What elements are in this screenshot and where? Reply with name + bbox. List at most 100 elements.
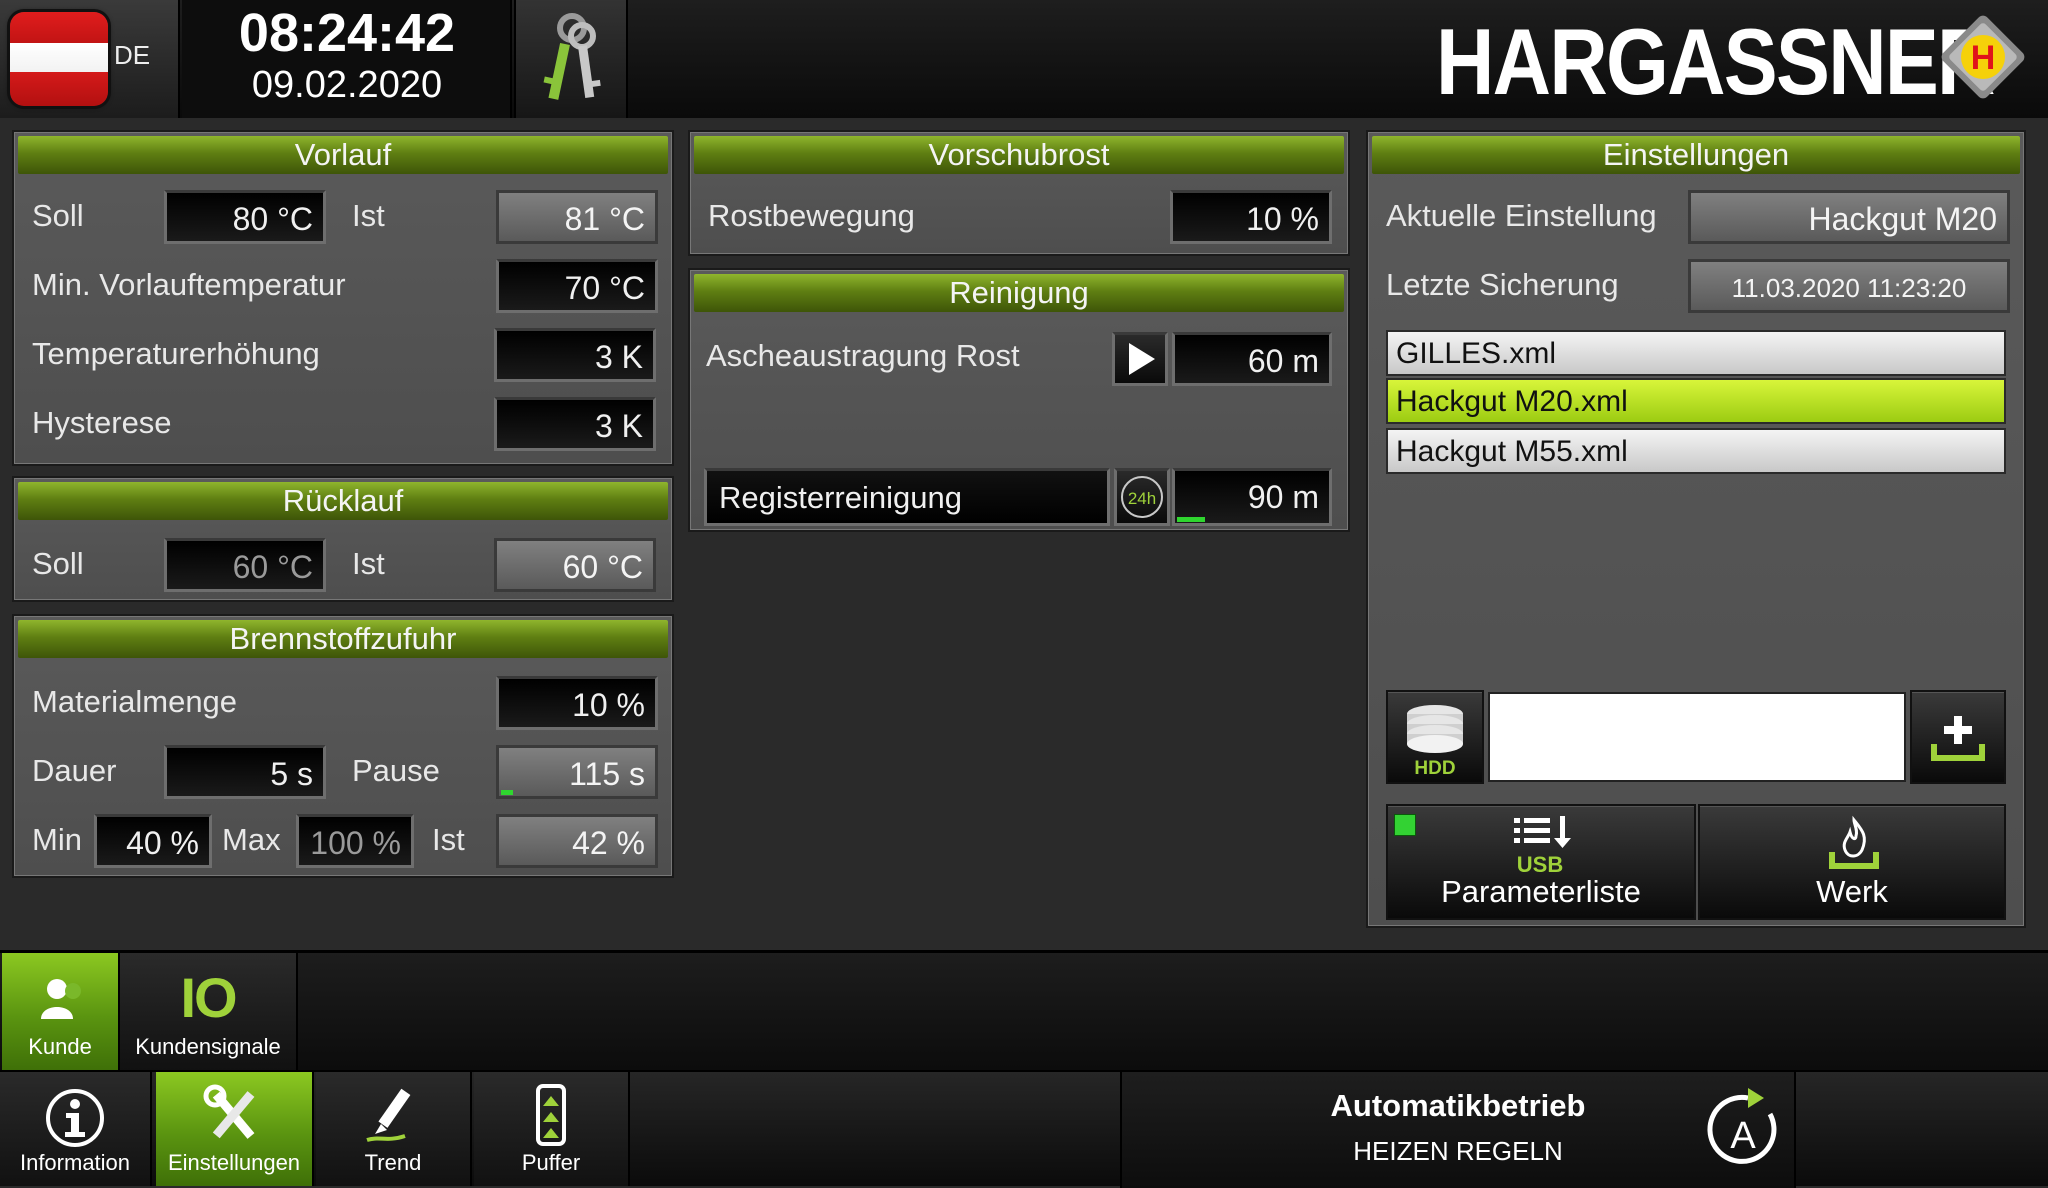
temperaturerhoehung-field[interactable]: 3 K — [494, 328, 656, 382]
rostbewegung-field[interactable]: 10 % — [1170, 190, 1332, 244]
materialmenge-field[interactable]: 10 % — [496, 676, 658, 730]
language-code: DE — [114, 40, 151, 70]
save-settings-button[interactable] — [1910, 690, 2006, 784]
automatic-mode-icon: A — [1707, 1088, 1777, 1164]
pause-label: Pause — [352, 753, 440, 788]
nav-einstellungen[interactable]: Einstellungen — [156, 1072, 314, 1186]
language-selector[interactable]: DE — [0, 0, 180, 118]
ruecklauf-ist-label: Ist — [352, 546, 385, 581]
filename-input[interactable] — [1488, 692, 1906, 782]
min-vorlauf-label: Min. Vorlauftemperatur — [32, 267, 346, 302]
brennstoffzufuhr-panel: Brennstoffzufuhr Materialmenge 10 % Daue… — [12, 614, 674, 878]
main-navigation: Information Einstellungen Trend Puffer A… — [0, 1070, 2048, 1188]
einstellungen-nav-label: Einstellungen — [167, 1150, 301, 1175]
registerreinigung-progress-bar — [1177, 517, 1205, 522]
user-icon — [41, 979, 81, 1019]
nav-puffer[interactable]: Puffer — [474, 1072, 630, 1186]
trend-label: Trend — [364, 1150, 422, 1175]
tools-icon — [203, 1084, 255, 1139]
registerreinigung-field[interactable]: 90 m — [1172, 468, 1332, 526]
usb-status-indicator — [1394, 814, 1416, 836]
vorschubrost-panel: Vorschubrost Rostbewegung 10 % — [688, 130, 1350, 256]
pause-value-text: 115 s — [569, 756, 645, 792]
ascheaustragung-play-button[interactable] — [1112, 332, 1168, 386]
registerreinigung-button[interactable]: Registerreinigung — [704, 468, 1110, 526]
reinigung-title: Reinigung — [694, 274, 1344, 312]
ruecklauf-panel: Rücklauf Soll 60 °C Ist 60 °C — [12, 476, 674, 602]
max-label: Max — [222, 822, 281, 857]
subnav-kundensignale[interactable]: IO Kundensignale — [120, 953, 298, 1070]
file-item-selected[interactable]: Hackgut M20.xml — [1386, 378, 2006, 424]
werk-button[interactable]: Werk — [1698, 804, 2006, 920]
ruecklauf-title: Rücklauf — [18, 482, 668, 520]
nav-information[interactable]: Information — [0, 1072, 152, 1186]
vorlauf-ist-value: 81 °C — [496, 190, 658, 244]
reinigung-panel: Reinigung Ascheaustragung Rost 60 m Regi… — [688, 268, 1350, 532]
aktuelle-einstellung-value: Hackgut M20 — [1688, 190, 2010, 244]
pause-progress-bar — [501, 790, 514, 795]
dauer-field[interactable]: 5 s — [164, 745, 326, 799]
hdd-label: HDD — [1414, 758, 1455, 779]
info-icon — [46, 1089, 104, 1147]
min-label: Min — [32, 822, 82, 857]
file-item[interactable]: GILLES.xml — [1386, 330, 2006, 376]
materialmenge-label: Materialmenge — [32, 684, 238, 719]
brennstoff-ist-value: 42 % — [496, 814, 658, 868]
max-field[interactable]: 100 % — [296, 814, 414, 868]
ascheaustragung-field[interactable]: 60 m — [1172, 332, 1332, 386]
information-label: Information — [19, 1150, 131, 1175]
hdd-icon: HDD — [1407, 705, 1463, 779]
hargassner-logo-icon: H — [1941, 15, 2025, 99]
temperaturerhoehung-label: Temperaturerhöhung — [32, 336, 320, 371]
status-subtitle: HEIZEN REGELN — [1353, 1136, 1563, 1166]
io-icon: IO — [180, 966, 237, 1029]
logo-letter: H — [1971, 39, 1996, 77]
clock[interactable]: 08:24:42 09.02.2020 — [182, 0, 512, 118]
current-time: 08:24:42 — [238, 3, 456, 63]
dauer-label: Dauer — [32, 753, 117, 788]
login-button[interactable] — [514, 0, 628, 118]
status-title: Automatikbetrieb — [1330, 1088, 1586, 1123]
kundensignale-label: Kundensignale — [135, 1034, 281, 1059]
mode-letter: A — [1730, 1115, 1756, 1157]
add-save-icon — [1931, 716, 1985, 761]
keys-icon — [543, 13, 601, 100]
subnav-kunde[interactable]: Kunde — [2, 953, 120, 1070]
factory-reset-icon — [1829, 815, 1879, 869]
brand-logo-text: HARGASSNER — [1436, 9, 1995, 114]
aktuelle-einstellung-label: Aktuelle Einstellung — [1386, 198, 1657, 233]
ascheaustragung-label: Ascheaustragung Rost — [706, 338, 1020, 373]
parameterliste-label: Parameterliste — [1441, 874, 1641, 909]
letzte-sicherung-value: 11.03.2020 11:23:20 — [1688, 259, 2010, 313]
einstellungen-title: Einstellungen — [1372, 136, 2020, 174]
brennstoffzufuhr-title: Brennstoffzufuhr — [18, 620, 668, 658]
min-vorlauf-field[interactable]: 70 °C — [496, 259, 658, 313]
hdd-button[interactable]: HDD — [1386, 690, 1484, 784]
play-icon — [1129, 343, 1155, 375]
kunde-label: Kunde — [28, 1034, 92, 1059]
parameterliste-button[interactable]: USB Parameterliste — [1386, 804, 1696, 920]
vorschubrost-title: Vorschubrost — [694, 136, 1344, 174]
min-field[interactable]: 40 % — [94, 814, 212, 868]
usb-label: USB — [1517, 852, 1563, 876]
usb-list-icon: USB — [1514, 816, 1571, 876]
nav-trend[interactable]: Trend — [316, 1072, 472, 1186]
pen-icon — [366, 1088, 411, 1142]
pause-value: 115 s — [496, 745, 658, 799]
vorlauf-soll-label: Soll — [32, 198, 84, 233]
operating-status[interactable]: Automatikbetrieb HEIZEN REGELN A — [1120, 1072, 1796, 1188]
timer-24h-button[interactable]: 24h — [1114, 468, 1170, 526]
vorlauf-soll-field[interactable]: 80 °C — [164, 190, 326, 244]
werk-label: Werk — [1816, 874, 1888, 909]
vorlauf-title: Vorlauf — [18, 136, 668, 174]
vorlauf-ist-label: Ist — [352, 198, 385, 233]
buffer-tank-icon — [536, 1084, 566, 1146]
letzte-sicherung-label: Letzte Sicherung — [1386, 267, 1619, 302]
austria-flag-icon — [10, 12, 108, 106]
ruecklauf-soll-field[interactable]: 60 °C — [164, 538, 326, 592]
ruecklauf-ist-value: 60 °C — [494, 538, 656, 592]
ruecklauf-soll-label: Soll — [32, 546, 84, 581]
file-item[interactable]: Hackgut M55.xml — [1386, 428, 2006, 474]
hysterese-field[interactable]: 3 K — [494, 397, 656, 451]
timer-badge: 24h — [1128, 489, 1156, 508]
